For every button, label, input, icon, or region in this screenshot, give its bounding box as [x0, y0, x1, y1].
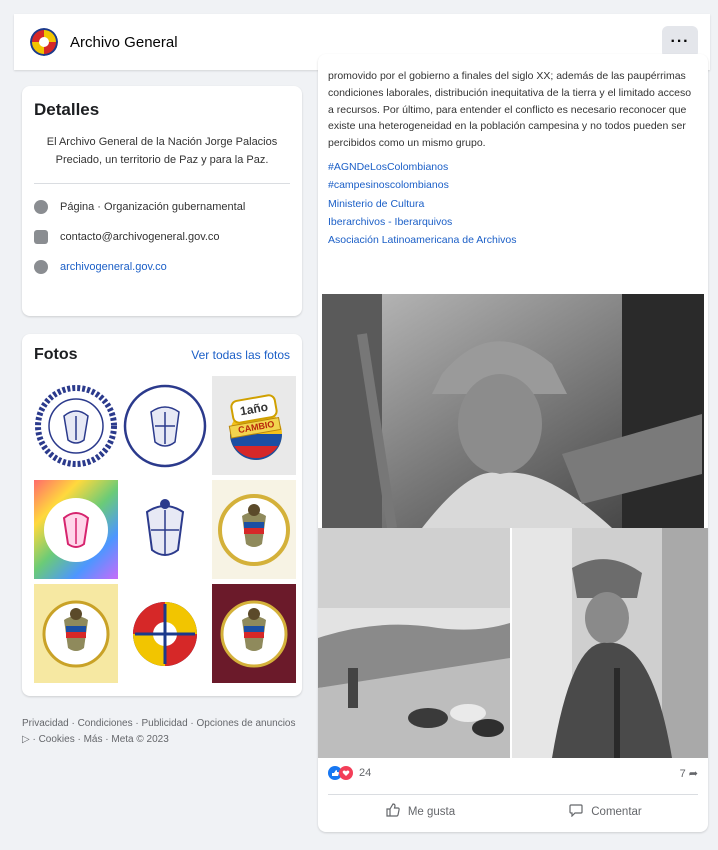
mention-link[interactable]: Iberarchivos - Iberarquivos	[328, 213, 698, 231]
mention-link[interactable]: Asociación Latinoamericana de Archivos	[328, 231, 698, 249]
category-row: Página · Organización gubernamental	[34, 200, 290, 215]
like-label: Me gusta	[407, 805, 456, 818]
hashtag-link[interactable]: #AGNDeLosColombianos	[328, 158, 698, 176]
comment-icon	[569, 803, 583, 820]
website-link[interactable]: archivogeneral.gov.co	[60, 261, 167, 273]
reaction-bar: 24 7 ➦	[328, 766, 698, 780]
footer-links-2[interactable]: ▷ · Cookies · Más · Meta © 2023	[22, 732, 306, 748]
reactions-count[interactable]: 24	[359, 767, 371, 779]
site-footer: Privacidad · Condiciones · Publicidad · …	[22, 716, 306, 747]
photos-grid: 1año CAMBIO	[34, 376, 296, 683]
shares-count[interactable]: 7 ➦	[680, 767, 698, 780]
info-icon	[34, 200, 48, 215]
mail-icon	[34, 230, 48, 245]
comment-button[interactable]: Comentar	[513, 803, 698, 820]
photos-card: Fotos Ver todas las fotos 1año CAMBIO	[22, 334, 302, 696]
photo-thumbnail[interactable]	[123, 584, 207, 683]
like-button[interactable]: Me gusta	[328, 803, 513, 820]
footer-links[interactable]: Privacidad · Condiciones · Publicidad · …	[22, 716, 306, 732]
see-all-photos-link[interactable]: Ver todas las fotos	[191, 348, 290, 362]
photo-thumbnail[interactable]	[34, 376, 118, 475]
post-tags: #AGNDeLosColombianos #campesinoscolombia…	[318, 152, 708, 250]
website-row: archivogeneral.gov.co	[34, 260, 290, 275]
page-avatar[interactable]	[30, 28, 58, 56]
thumbs-up-icon	[386, 803, 400, 820]
photos-heading: Fotos	[34, 346, 78, 363]
post-photo-left[interactable]	[318, 528, 510, 758]
comment-label: Comentar	[591, 805, 642, 818]
category-text: Página · Organización gubernamental	[60, 201, 246, 214]
photo-thumbnail[interactable]	[34, 480, 118, 579]
post-photo-right[interactable]	[512, 528, 708, 758]
mention-link[interactable]: Ministerio de Cultura	[328, 195, 698, 213]
email-text[interactable]: contacto@archivogeneral.gov.co	[60, 231, 220, 243]
photo-thumbnail[interactable]: 1año CAMBIO	[212, 376, 296, 475]
share-icon: ➦	[688, 767, 698, 780]
globe-icon	[34, 260, 48, 275]
page-title[interactable]: Archivo General	[70, 34, 178, 51]
page-description: El Archivo General de la Nación Jorge Pa…	[34, 134, 290, 185]
details-heading: Detalles	[34, 100, 100, 119]
post-actions: Me gusta Comentar	[328, 794, 698, 828]
details-card: Detalles El Archivo General de la Nación…	[22, 86, 302, 316]
photo-thumbnail[interactable]	[212, 480, 296, 579]
hashtag-link[interactable]: #campesinoscolombianos	[328, 176, 698, 194]
post-card: promovido por el gobierno a finales del …	[318, 54, 708, 832]
photo-thumbnail[interactable]	[123, 480, 207, 579]
email-row: contacto@archivogeneral.gov.co	[34, 230, 290, 245]
love-reaction-icon[interactable]	[339, 766, 353, 780]
photo-thumbnail[interactable]	[212, 584, 296, 683]
post-photo-main[interactable]	[322, 294, 704, 529]
photo-thumbnail[interactable]	[123, 376, 207, 475]
post-body: promovido por el gobierno a finales del …	[328, 70, 692, 150]
photo-thumbnail[interactable]	[34, 584, 118, 683]
